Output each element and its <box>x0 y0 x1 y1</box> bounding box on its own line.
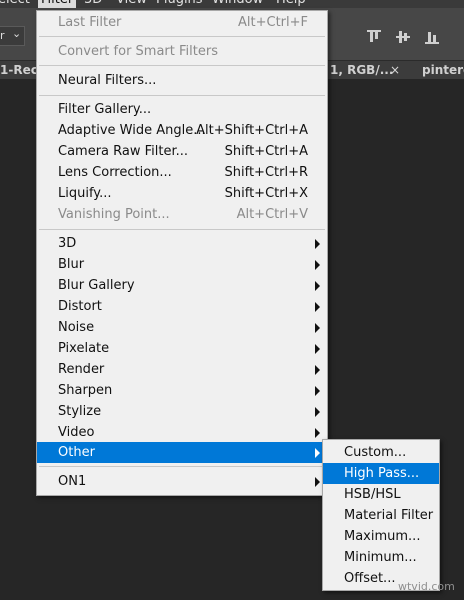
tab-doc-3[interactable]: pintere <box>422 61 464 79</box>
submenu-item-high-pass[interactable]: High Pass... <box>323 463 439 484</box>
menu-item-label: Other <box>58 445 95 460</box>
menu-item-label: Liquify... <box>58 186 112 201</box>
menu-3d[interactable]: 3D <box>84 0 102 8</box>
menu-item-render[interactable]: Render <box>37 359 327 380</box>
menu-item-label: Lens Correction... <box>58 165 172 180</box>
menu-view[interactable]: View <box>116 0 147 8</box>
menu-separator <box>39 65 325 66</box>
menu-item-liquify[interactable]: Liquify... Shift+Ctrl+X <box>37 183 327 204</box>
submenu-arrow-icon <box>315 407 320 417</box>
menu-item-camera-raw-filter[interactable]: Camera Raw Filter... Shift+Ctrl+A <box>37 141 327 162</box>
filter-menu: Last Filter Alt+Ctrl+F Convert for Smart… <box>36 10 328 496</box>
submenu-item-hsb-hsl[interactable]: HSB/HSL <box>323 484 439 505</box>
menu-item-label: Blur <box>58 257 85 272</box>
menu-item-label: Video <box>58 425 95 440</box>
submenu-arrow-icon <box>315 239 320 249</box>
submenu-arrow-icon <box>315 448 320 458</box>
menu-item-convert-smart-filters[interactable]: Convert for Smart Filters <box>37 41 327 62</box>
align-vertical-center-icon[interactable] <box>396 30 410 44</box>
submenu-item-maximum[interactable]: Maximum... <box>323 526 439 547</box>
submenu-item-minimum[interactable]: Minimum... <box>323 547 439 568</box>
menu-item-label: Convert for Smart Filters <box>58 44 218 59</box>
menu-item-label: High Pass... <box>344 466 420 481</box>
menu-item-label: Render <box>58 362 105 377</box>
menu-filter[interactable]: Filter <box>38 0 77 8</box>
other-submenu: Custom... High Pass... HSB/HSL Material … <box>322 439 440 591</box>
menu-item-noise[interactable]: Noise <box>37 317 327 338</box>
submenu-arrow-icon <box>315 428 320 438</box>
menu-item-label: Blur Gallery <box>58 278 135 293</box>
menu-item-label: Neural Filters... <box>58 73 157 88</box>
align-bottom-icon[interactable] <box>425 30 439 44</box>
menu-item-shortcut: Alt+Ctrl+V <box>236 207 308 222</box>
menu-item-shortcut: Shift+Ctrl+X <box>224 186 308 201</box>
menu-item-last-filter[interactable]: Last Filter Alt+Ctrl+F <box>37 12 327 33</box>
close-icon[interactable]: × <box>390 61 400 79</box>
menu-item-distort[interactable]: Distort <box>37 296 327 317</box>
submenu-item-material-filter[interactable]: Material Filter <box>323 505 439 526</box>
align-top-icon[interactable] <box>367 30 381 44</box>
menu-item-lens-correction[interactable]: Lens Correction... Shift+Ctrl+R <box>37 162 327 183</box>
submenu-arrow-icon <box>315 260 320 270</box>
menu-item-vanishing-point[interactable]: Vanishing Point... Alt+Ctrl+V <box>37 204 327 225</box>
submenu-arrow-icon <box>315 477 320 487</box>
menu-item-other[interactable]: Other <box>37 442 327 463</box>
menu-item-label: ON1 <box>58 474 87 489</box>
menu-item-filter-gallery[interactable]: Filter Gallery... <box>37 99 327 120</box>
submenu-arrow-icon <box>315 302 320 312</box>
menu-item-pixelate[interactable]: Pixelate <box>37 338 327 359</box>
menu-item-blur-gallery[interactable]: Blur Gallery <box>37 275 327 296</box>
menu-item-label: Minimum... <box>344 550 417 565</box>
menu-item-label: Last Filter <box>58 15 122 30</box>
menu-item-label: Adaptive Wide Angle... <box>58 123 206 138</box>
menu-help[interactable]: Help <box>276 0 306 8</box>
menu-item-label: Vanishing Point... <box>58 207 170 222</box>
menu-item-neural-filters[interactable]: Neural Filters... <box>37 70 327 91</box>
menu-item-3d[interactable]: 3D <box>37 233 327 254</box>
submenu-arrow-icon <box>315 281 320 291</box>
menu-item-label: Custom... <box>344 445 407 460</box>
submenu-arrow-icon <box>315 365 320 375</box>
menu-item-label: Filter Gallery... <box>58 102 152 117</box>
menu-item-label: Maximum... <box>344 529 421 544</box>
submenu-arrow-icon <box>315 344 320 354</box>
menu-window[interactable]: Window <box>212 0 263 8</box>
menu-item-label: 3D <box>58 236 77 251</box>
menu-separator <box>39 36 325 37</box>
menu-item-label: Distort <box>58 299 102 314</box>
menu-item-shortcut: Shift+Ctrl+R <box>224 165 309 180</box>
menu-item-shortcut: Alt+Shift+Ctrl+A <box>196 123 308 138</box>
menu-item-shortcut: Alt+Ctrl+F <box>238 15 308 30</box>
menu-item-sharpen[interactable]: Sharpen <box>37 380 327 401</box>
chevron-down-icon: ⌄ <box>12 27 22 40</box>
menu-item-shortcut: Shift+Ctrl+A <box>224 144 308 159</box>
submenu-arrow-icon <box>315 386 320 396</box>
menu-item-blur[interactable]: Blur <box>37 254 327 275</box>
menu-item-label: Pixelate <box>58 341 110 356</box>
menu-separator <box>39 95 325 96</box>
submenu-item-custom[interactable]: Custom... <box>323 442 439 463</box>
menu-item-label: Material Filter <box>344 508 434 523</box>
menu-item-stylize[interactable]: Stylize <box>37 401 327 422</box>
menu-item-label: Camera Raw Filter... <box>58 144 189 159</box>
menubar: elect Filter 3D View Plugins Window Help <box>0 0 464 8</box>
menu-item-video[interactable]: Video <box>37 422 327 443</box>
menu-item-on1[interactable]: ON1 <box>37 471 327 492</box>
menu-item-label: Noise <box>58 320 95 335</box>
watermark: wtvid.com <box>398 580 455 593</box>
menu-plugins[interactable]: Plugins <box>156 0 203 8</box>
menu-separator <box>39 466 325 467</box>
menu-select[interactable]: elect <box>0 0 30 8</box>
menu-item-label: Stylize <box>58 404 102 419</box>
options-dropdown[interactable]: r ⌄ <box>0 26 25 46</box>
menu-item-label: Offset... <box>344 571 396 586</box>
options-dropdown-value: r <box>0 29 5 42</box>
menu-separator <box>39 229 325 230</box>
menu-item-label: HSB/HSL <box>344 487 401 502</box>
submenu-arrow-icon <box>315 323 320 333</box>
tab-doc-2[interactable]: 1, RGB/... <box>330 61 393 79</box>
menu-item-label: Sharpen <box>58 383 113 398</box>
menu-item-adaptive-wide-angle[interactable]: Adaptive Wide Angle... Alt+Shift+Ctrl+A <box>37 120 327 141</box>
